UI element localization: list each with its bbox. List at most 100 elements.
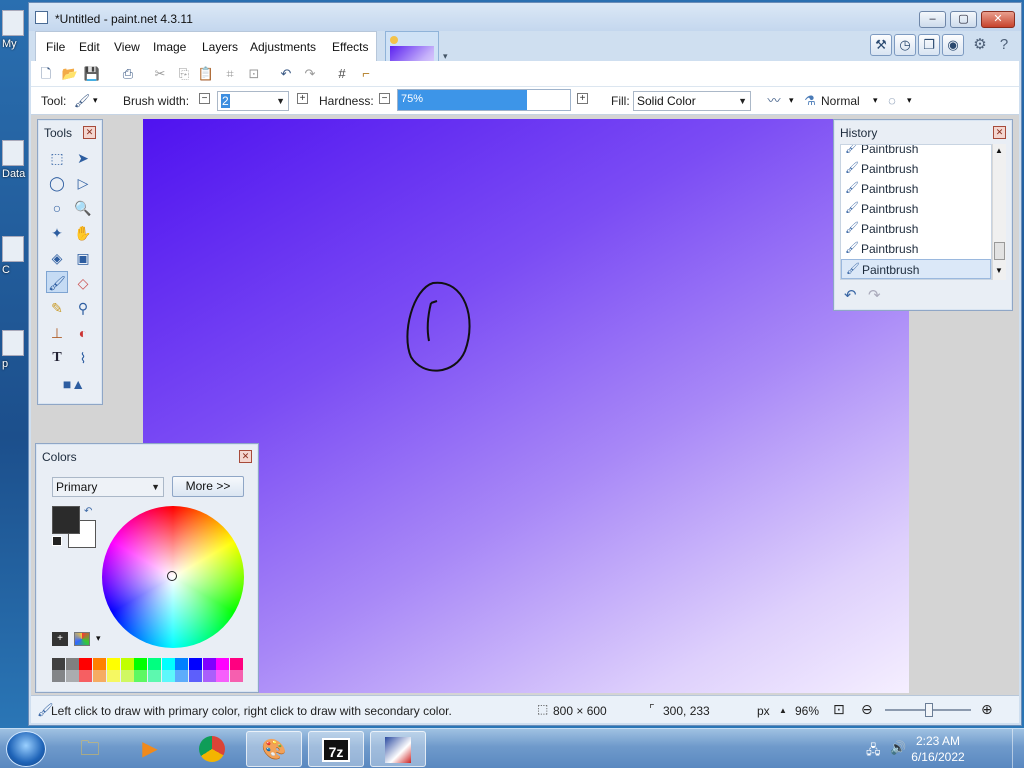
zoom-icon[interactable]: 🔍 — [72, 196, 94, 218]
palette-swatch[interactable] — [230, 670, 244, 682]
palette-swatch[interactable] — [189, 658, 202, 670]
copy-icon[interactable]: ⎘ — [175, 65, 193, 83]
palette-swatch[interactable] — [216, 658, 230, 670]
menu-adjustments[interactable]: Adjustments — [250, 40, 316, 54]
paint-taskbar-icon[interactable]: 🎨 — [246, 731, 302, 767]
palette-menu-icon[interactable] — [74, 632, 90, 646]
color-picker-icon[interactable]: ⚲ — [72, 296, 94, 318]
zoom-slider-thumb[interactable] — [925, 703, 933, 717]
history-panel-close-button[interactable]: ✕ — [993, 126, 1006, 139]
palette-swatch[interactable] — [134, 658, 148, 670]
redo-icon[interactable]: ↷ — [301, 65, 319, 83]
palette-swatch[interactable] — [230, 658, 244, 670]
recolor-icon[interactable]: ◐ — [72, 321, 94, 343]
color-wheel[interactable] — [102, 506, 244, 648]
grid-icon[interactable]: # — [333, 65, 351, 83]
palette-swatch[interactable] — [189, 670, 202, 682]
palette-swatch[interactable] — [93, 670, 107, 682]
palette-swatch[interactable] — [216, 670, 230, 682]
desktop-icon[interactable]: p — [2, 330, 28, 370]
fill-combo[interactable]: Solid Color ▼ — [633, 91, 751, 111]
pan-hand-icon[interactable]: ✋ — [72, 221, 94, 243]
history-redo-icon[interactable]: ↷ — [868, 286, 881, 304]
print-icon[interactable]: ⎙ — [119, 65, 137, 83]
menu-layers[interactable]: Layers — [202, 40, 238, 54]
palette-swatch[interactable] — [120, 658, 134, 670]
unit-dropdown-icon[interactable]: ▲ — [779, 706, 787, 715]
palette-swatch[interactable] — [161, 670, 175, 682]
chrome-taskbar-icon[interactable] — [184, 731, 240, 767]
tools-toggle-icon[interactable]: ⚒ — [870, 34, 892, 56]
color-wheel-picker[interactable] — [167, 571, 177, 581]
tools-panel-close-button[interactable]: ✕ — [83, 126, 96, 139]
clock[interactable]: 2:23 AM 6/16/2022 — [908, 733, 968, 765]
palette-swatch[interactable] — [93, 658, 107, 670]
color-mode-combo[interactable]: Primary ▼ — [52, 477, 164, 497]
palette-swatch[interactable] — [147, 670, 161, 682]
menu-view[interactable]: View — [114, 40, 140, 54]
palette-swatch[interactable] — [52, 670, 65, 682]
swap-colors-icon[interactable]: ↶ — [84, 506, 92, 517]
history-item[interactable]: 🖌 Paintbrush — [841, 159, 991, 179]
desktop-icon[interactable]: My — [2, 10, 28, 50]
lasso-select-icon[interactable]: ◯ — [46, 171, 68, 193]
colors-toggle-icon[interactable]: ◉ — [942, 34, 964, 56]
menu-edit[interactable]: Edit — [79, 40, 100, 54]
scroll-up-icon[interactable]: ▲ — [995, 146, 1003, 155]
palette-swatch[interactable] — [120, 670, 134, 682]
save-icon[interactable]: 💾 — [83, 65, 101, 83]
more-colors-button[interactable]: More >> — [172, 476, 244, 497]
selection-dropdown-icon[interactable]: ▾ — [907, 95, 912, 106]
new-file-icon[interactable]: 🗋 — [37, 65, 55, 83]
palette-swatch[interactable] — [161, 658, 175, 670]
zoom-slider[interactable] — [885, 703, 971, 717]
scroll-thumb[interactable] — [994, 242, 1005, 260]
menu-file[interactable]: File — [46, 40, 65, 54]
colors-panel-close-button[interactable]: ✕ — [239, 450, 252, 463]
eraser-icon[interactable]: ◇ — [72, 271, 94, 293]
settings-gear-icon[interactable]: ⚙ — [969, 34, 991, 56]
menu-image[interactable]: Image — [153, 40, 186, 54]
ruler-icon[interactable]: ⌐ — [357, 65, 375, 83]
magic-wand-icon[interactable]: ✦ — [46, 221, 68, 243]
brush-width-combo[interactable]: 2 ▼ — [217, 91, 289, 111]
pencil-icon[interactable]: ✎ — [46, 296, 68, 318]
history-item[interactable]: 🖌 Paintbrush — [841, 239, 991, 259]
explorer-taskbar-icon[interactable]: 🗀 — [62, 731, 118, 767]
history-undo-icon[interactable]: ↶ — [844, 286, 857, 304]
history-item[interactable]: 🖌 Paintbrush — [841, 179, 991, 199]
palette-swatch[interactable] — [134, 670, 148, 682]
antialias-dropdown-icon[interactable]: ▾ — [789, 95, 794, 106]
paintbrush-tool-icon[interactable]: 🖌 — [73, 92, 91, 110]
palette-swatch[interactable] — [147, 658, 161, 670]
history-item[interactable]: 🖌 Paintbrush — [841, 219, 991, 239]
palette-dropdown-icon[interactable]: ▾ — [96, 633, 101, 644]
help-icon[interactable]: ? — [993, 34, 1015, 56]
palette-swatch[interactable] — [175, 670, 189, 682]
maximize-button[interactable]: ▢ — [950, 11, 977, 28]
zoom-fit-icon[interactable]: ⊡ — [833, 701, 845, 718]
shapes-icon[interactable]: ■▲ — [58, 372, 90, 394]
undo-icon[interactable]: ↶ — [277, 65, 295, 83]
text-icon[interactable]: T — [46, 346, 68, 368]
history-item-selected[interactable]: 🖌 Paintbrush — [841, 259, 991, 279]
cut-icon[interactable]: ✂ — [151, 65, 169, 83]
brush-width-increase-button[interactable]: + — [297, 93, 308, 104]
tool-dropdown-icon[interactable]: ▾ — [93, 95, 98, 106]
start-button[interactable] — [6, 731, 46, 767]
selection-mode-icon[interactable]: ◌ — [883, 92, 901, 110]
network-icon[interactable]: 🖧 — [866, 741, 881, 763]
hardness-increase-button[interactable]: + — [577, 93, 588, 104]
minimize-button[interactable]: – — [919, 11, 946, 28]
palette-swatch[interactable] — [202, 658, 216, 670]
move-selection-icon[interactable]: ▷ — [72, 171, 94, 193]
close-button[interactable]: ✕ — [981, 11, 1015, 28]
ellipse-select-icon[interactable]: ○ — [46, 196, 68, 218]
paintnet-taskbar-icon[interactable] — [370, 731, 426, 767]
7zip-taskbar-icon[interactable]: 7z — [308, 731, 364, 767]
palette-swatch[interactable] — [175, 658, 189, 670]
history-item[interactable]: 🖌 Paintbrush — [841, 145, 991, 159]
primary-color-swatch[interactable] — [52, 506, 80, 534]
palette-swatch[interactable] — [52, 658, 65, 670]
brush-width-decrease-button[interactable]: − — [199, 93, 210, 104]
